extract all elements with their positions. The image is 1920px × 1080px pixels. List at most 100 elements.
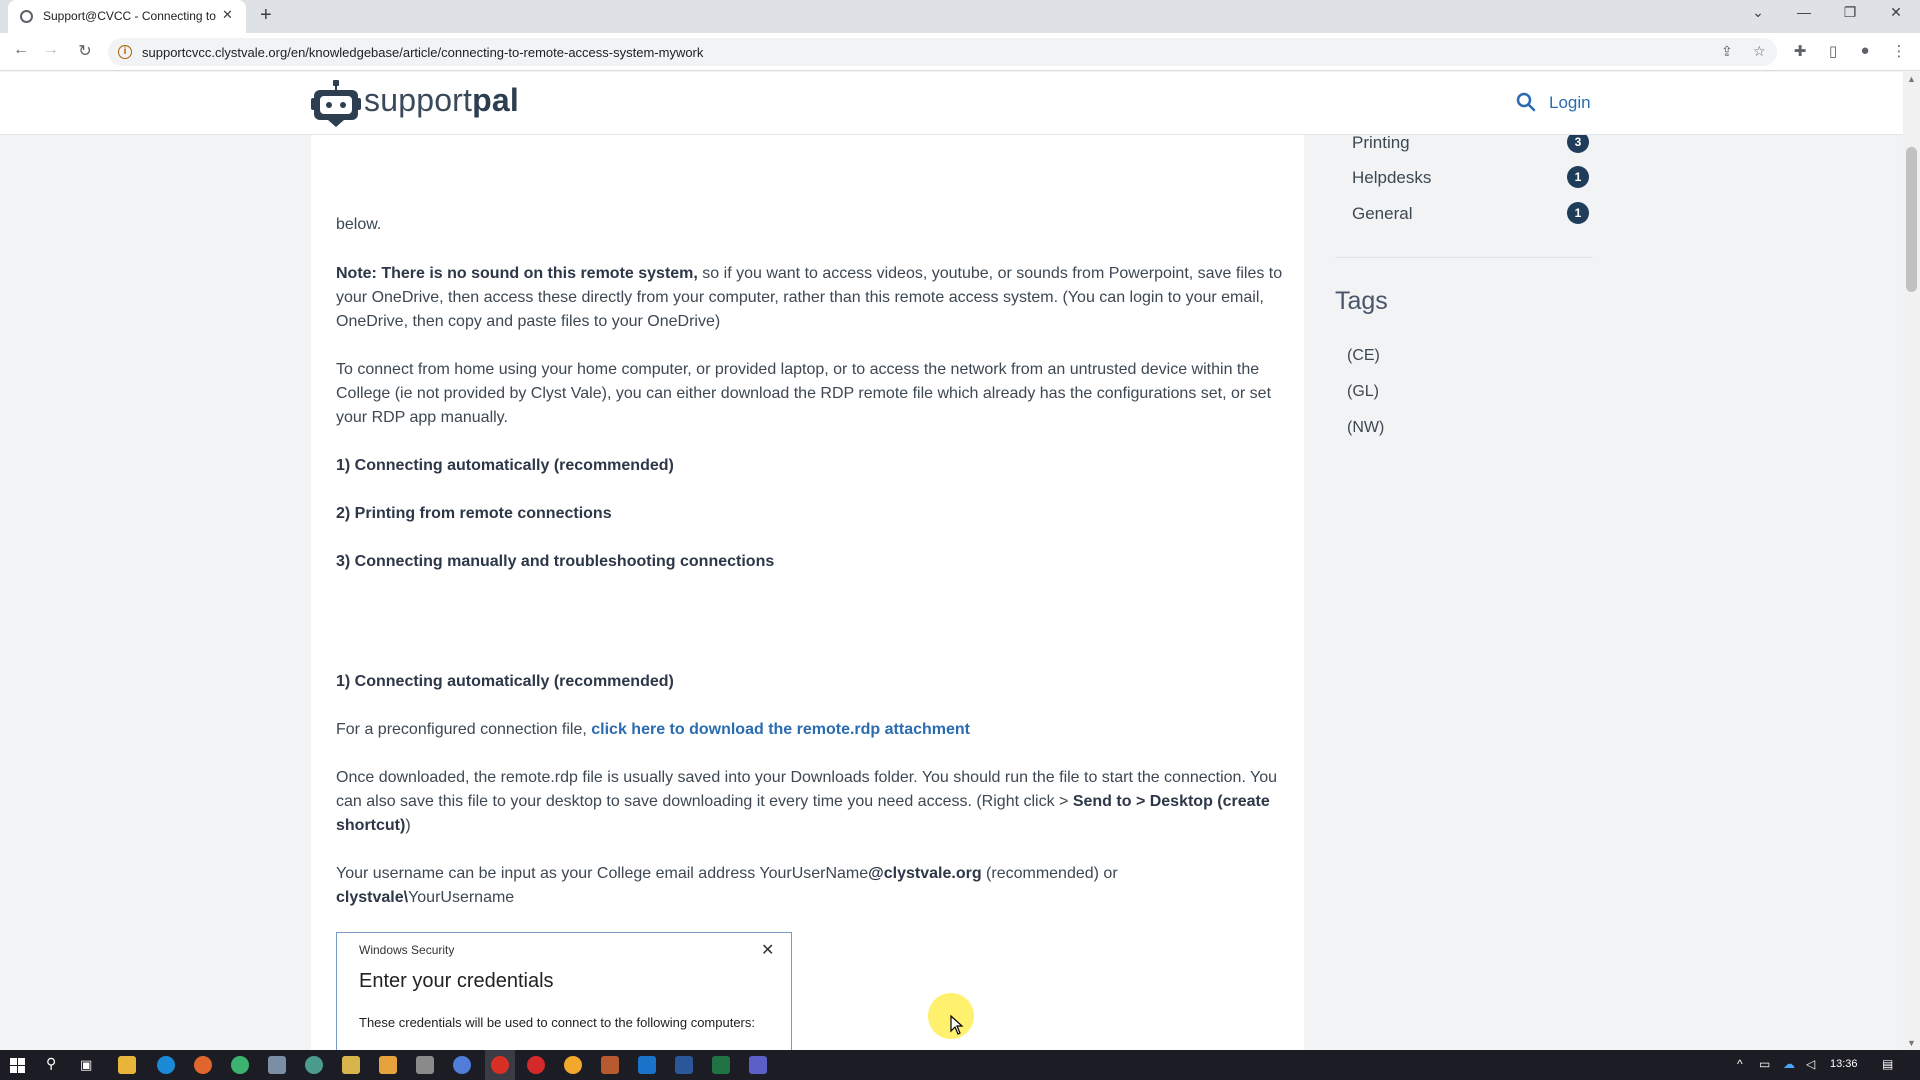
app-icon-13[interactable] bbox=[564, 1056, 582, 1074]
tab-search-icon[interactable]: ⌄ bbox=[1746, 4, 1770, 21]
close-window-icon[interactable]: ✕ bbox=[1884, 4, 1908, 21]
task-view-icon[interactable]: ▣ bbox=[80, 1057, 92, 1073]
category-label: General bbox=[1352, 204, 1413, 223]
username-prefix: clystvale\ bbox=[336, 889, 409, 906]
scroll-thumb[interactable] bbox=[1906, 147, 1917, 292]
tab-title: Support@CVCC - Connecting to bbox=[43, 9, 216, 23]
page-viewport: supportpal Login below. Note: There is n… bbox=[0, 72, 1903, 1050]
forward-icon[interactable]: → bbox=[40, 41, 62, 59]
extensions-icon[interactable]: ✚ bbox=[1790, 42, 1810, 60]
article-partial-line: below. bbox=[336, 216, 382, 233]
minimize-icon[interactable]: — bbox=[1792, 4, 1816, 20]
username-text: Your username can be input as your Colle… bbox=[336, 865, 869, 882]
sidebar-divider bbox=[1335, 257, 1593, 258]
restore-icon[interactable]: ❐ bbox=[1838, 4, 1862, 21]
address-bar[interactable]: i supportcvcc.clystvale.org/en/knowledge… bbox=[108, 38, 1777, 66]
preconfig-text: For a preconfigured connection file, bbox=[336, 721, 592, 738]
windows-taskbar: ⚲ ▣ ^ ▭ ☁ ◁ 13:36 ▤ bbox=[0, 1050, 1920, 1080]
section-1-heading-text: 1) Connecting automatically (recommended… bbox=[336, 673, 674, 690]
menu-kebab-icon[interactable]: ⋮ bbox=[1889, 42, 1909, 60]
category-count-badge: 1 bbox=[1567, 166, 1589, 188]
app-icon-8[interactable] bbox=[379, 1056, 397, 1074]
tags-heading: Tags bbox=[1335, 287, 1388, 315]
scroll-down-icon[interactable]: ▼ bbox=[1907, 1038, 1916, 1048]
excel-icon[interactable] bbox=[712, 1056, 730, 1074]
category-label: Printing bbox=[1352, 133, 1410, 152]
app-icon-9[interactable] bbox=[416, 1056, 434, 1074]
category-item-general[interactable]: General 1 bbox=[1352, 200, 1592, 230]
app-icon-5[interactable] bbox=[268, 1056, 286, 1074]
side-panel-icon[interactable]: ▯ bbox=[1823, 42, 1843, 60]
app-icon-14[interactable] bbox=[601, 1056, 619, 1074]
app-icon-10[interactable] bbox=[453, 1056, 471, 1074]
bookmark-star-icon[interactable]: ☆ bbox=[1753, 43, 1766, 60]
site-header: supportpal Login bbox=[0, 72, 1903, 135]
mouse-pointer-icon bbox=[950, 1015, 964, 1035]
chrome-icon[interactable] bbox=[231, 1056, 249, 1074]
tag-ce[interactable]: (CE) bbox=[1347, 347, 1380, 365]
back-icon[interactable]: ← bbox=[10, 41, 32, 59]
notifications-icon[interactable]: ▤ bbox=[1882, 1057, 1893, 1071]
login-link[interactable]: Login bbox=[1549, 93, 1591, 113]
once-end: ) bbox=[405, 817, 411, 834]
article-content: below. Note: There is no sound on this r… bbox=[311, 135, 1304, 1050]
app-icon-6[interactable] bbox=[305, 1056, 323, 1074]
volume-icon[interactable]: ◁ bbox=[1806, 1057, 1815, 1071]
category-count-badge: 1 bbox=[1567, 202, 1589, 224]
network-icon[interactable]: ▭ bbox=[1759, 1057, 1770, 1071]
toc-item-3[interactable]: 3) Connecting manually and troubleshooti… bbox=[336, 550, 1286, 574]
file-explorer-icon[interactable] bbox=[118, 1056, 136, 1074]
windows-start-icon[interactable] bbox=[10, 1058, 25, 1073]
username-suffix: YourUsername bbox=[408, 889, 515, 906]
dialog-close-icon: ✕ bbox=[761, 942, 775, 959]
category-item-helpdesks[interactable]: Helpdesks 1 bbox=[1352, 164, 1592, 194]
taskbar-search-icon[interactable]: ⚲ bbox=[46, 1055, 56, 1072]
active-browser-icon[interactable] bbox=[491, 1056, 509, 1074]
app-icon-7[interactable] bbox=[342, 1056, 360, 1074]
supportpal-logo-icon[interactable] bbox=[311, 80, 361, 128]
taskbar-clock[interactable]: 13:36 bbox=[1830, 1058, 1858, 1070]
note-paragraph: Note: There is no sound on this remote s… bbox=[336, 262, 1286, 334]
edge-icon[interactable] bbox=[157, 1056, 175, 1074]
note-bold: Note: There is no sound on this remote s… bbox=[336, 265, 698, 282]
preconfig-paragraph: For a preconfigured connection file, cli… bbox=[336, 718, 1286, 742]
new-tab-icon[interactable]: + bbox=[260, 4, 272, 27]
toc-item-3-label: 3) Connecting manually and troubleshooti… bbox=[336, 553, 775, 570]
logo-wordmark[interactable]: supportpal bbox=[364, 82, 519, 119]
search-icon[interactable] bbox=[1516, 92, 1536, 112]
site-info-icon[interactable]: i bbox=[118, 45, 132, 59]
tray-overflow-icon[interactable]: ^ bbox=[1737, 1057, 1743, 1071]
toc-item-1-label: 1) Connecting automatically (recommended… bbox=[336, 457, 674, 474]
outlook-icon[interactable] bbox=[638, 1056, 656, 1074]
username-mid: (recommended) or bbox=[981, 865, 1118, 882]
toc-item-2[interactable]: 2) Printing from remote connections bbox=[336, 502, 1286, 526]
opera-icon[interactable] bbox=[527, 1056, 545, 1074]
section-1-heading: 1) Connecting automatically (recommended… bbox=[336, 670, 1286, 694]
browser-tab[interactable]: Support@CVCC - Connecting to ✕ bbox=[8, 0, 246, 33]
category-label: Helpdesks bbox=[1352, 168, 1432, 187]
tag-gl[interactable]: (GL) bbox=[1347, 383, 1379, 401]
url-text: supportcvcc.clystvale.org/en/knowledgeba… bbox=[142, 45, 704, 60]
credentials-dialog-image: Windows Security ✕ Enter your credential… bbox=[336, 932, 792, 1050]
logo-text-light: support bbox=[364, 82, 473, 118]
teams-icon[interactable] bbox=[749, 1056, 767, 1074]
dialog-title: Enter your credentials bbox=[359, 970, 554, 992]
tag-nw[interactable]: (NW) bbox=[1347, 419, 1384, 437]
dialog-caption: Windows Security bbox=[359, 943, 455, 957]
download-rdp-link[interactable]: click here to download the remote.rdp at… bbox=[591, 721, 970, 738]
page-scrollbar[interactable]: ▲ ▼ bbox=[1903, 72, 1920, 1050]
toc-item-1[interactable]: 1) Connecting automatically (recommended… bbox=[336, 454, 1286, 478]
onedrive-icon[interactable]: ☁ bbox=[1783, 1057, 1795, 1071]
once-downloaded-paragraph: Once downloaded, the remote.rdp file is … bbox=[336, 766, 1286, 838]
logo-text-bold: pal bbox=[472, 82, 519, 118]
scroll-up-icon[interactable]: ▲ bbox=[1907, 74, 1916, 84]
username-paragraph: Your username can be input as your Colle… bbox=[336, 862, 1286, 910]
browser-toolbar: ← → ↻ i supportcvcc.clystvale.org/en/kno… bbox=[0, 33, 1920, 71]
profile-icon[interactable]: ● bbox=[1855, 42, 1875, 59]
word-icon[interactable] bbox=[675, 1056, 693, 1074]
sidebar: Printing 3 Helpdesks 1 General 1 Tags (C… bbox=[1335, 131, 1593, 1050]
share-icon[interactable]: ⇪ bbox=[1721, 43, 1733, 60]
tab-close-icon[interactable]: ✕ bbox=[222, 7, 233, 23]
reload-icon[interactable]: ↻ bbox=[74, 41, 96, 61]
firefox-icon[interactable] bbox=[194, 1056, 212, 1074]
